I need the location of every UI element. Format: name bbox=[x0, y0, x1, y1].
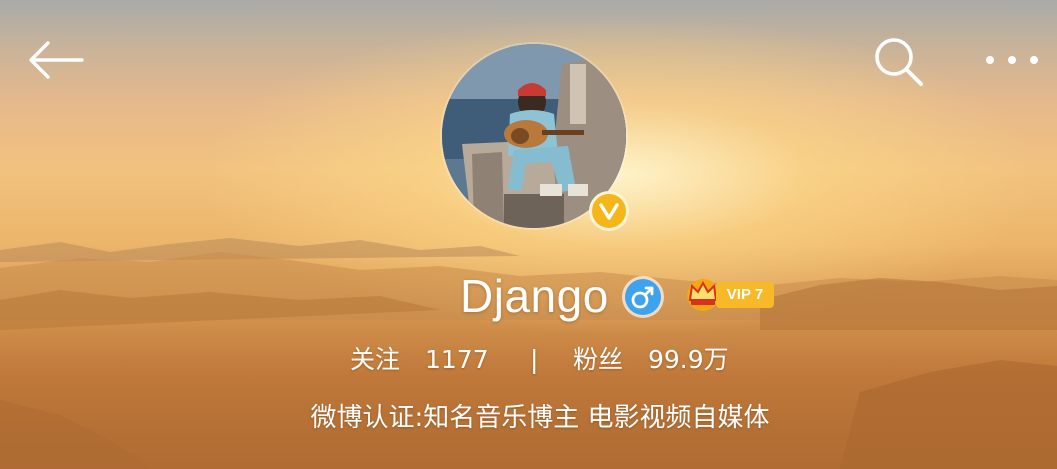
profile-header: Django VIP 7 关注 1177 | 粉丝 99.9万 微博认证:知名音… bbox=[0, 0, 1057, 469]
followers-count[interactable]: 99.9万 bbox=[648, 340, 729, 380]
vip-level-label[interactable]: VIP 7 bbox=[716, 282, 774, 308]
certification-text: 微博认证:知名音乐博主 电影视频自媒体 bbox=[310, 403, 770, 433]
verified-v-icon bbox=[599, 203, 619, 220]
username: Django bbox=[460, 270, 609, 322]
follow-stats: 关注 1177 | 粉丝 99.9万 bbox=[0, 340, 1057, 380]
following-count[interactable]: 1177 bbox=[425, 340, 489, 380]
back-arrow-icon bbox=[29, 41, 84, 79]
more-options-button[interactable] bbox=[980, 46, 1044, 74]
gender-badge bbox=[625, 279, 661, 315]
foreground-haze bbox=[0, 300, 1057, 469]
search-button[interactable] bbox=[870, 33, 926, 89]
stats-divider: | bbox=[530, 345, 539, 374]
more-dots-icon bbox=[986, 56, 1038, 64]
verified-badge bbox=[589, 191, 629, 231]
followers-label[interactable]: 粉丝 bbox=[573, 340, 623, 380]
male-icon bbox=[631, 286, 654, 309]
back-button[interactable] bbox=[26, 38, 86, 82]
following-label[interactable]: 关注 bbox=[350, 340, 400, 380]
search-icon bbox=[875, 38, 923, 86]
